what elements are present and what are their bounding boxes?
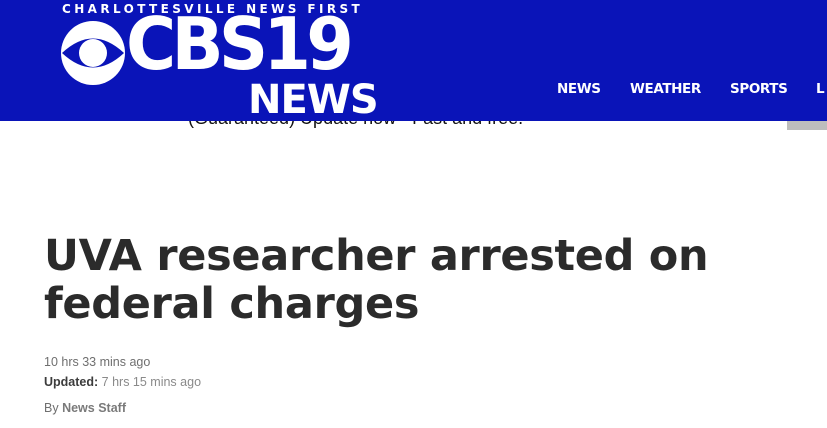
logo-news-subtext[interactable]: NEWS [248, 80, 379, 120]
author-link[interactable]: News Staff [62, 401, 126, 415]
updated-line: Updated: 7 hrs 15 mins ago [44, 375, 201, 389]
nav-item-news[interactable]: NEWS [557, 81, 601, 97]
nav-item-weather[interactable]: WEATHER [630, 81, 701, 97]
byline: By News Staff [44, 401, 126, 415]
nav-item-sports[interactable]: SPORTS [730, 81, 788, 97]
article-headline: UVA researcher arrested on federal charg… [44, 231, 709, 329]
cbs-eye-logo-icon[interactable] [60, 20, 126, 86]
updated-timestamp: 7 hrs 15 mins ago [101, 375, 202, 389]
logo-wordmark[interactable]: CBS19 [126, 8, 354, 80]
updated-label: Updated: [44, 375, 99, 389]
nav-item-partial[interactable]: L [816, 81, 825, 97]
site-header: CHARLOTTESVILLE NEWS FIRST CBS19 NEWS NE… [0, 0, 827, 121]
published-timestamp: 10 hrs 33 mins ago [44, 355, 151, 369]
byline-label: By [44, 401, 59, 415]
